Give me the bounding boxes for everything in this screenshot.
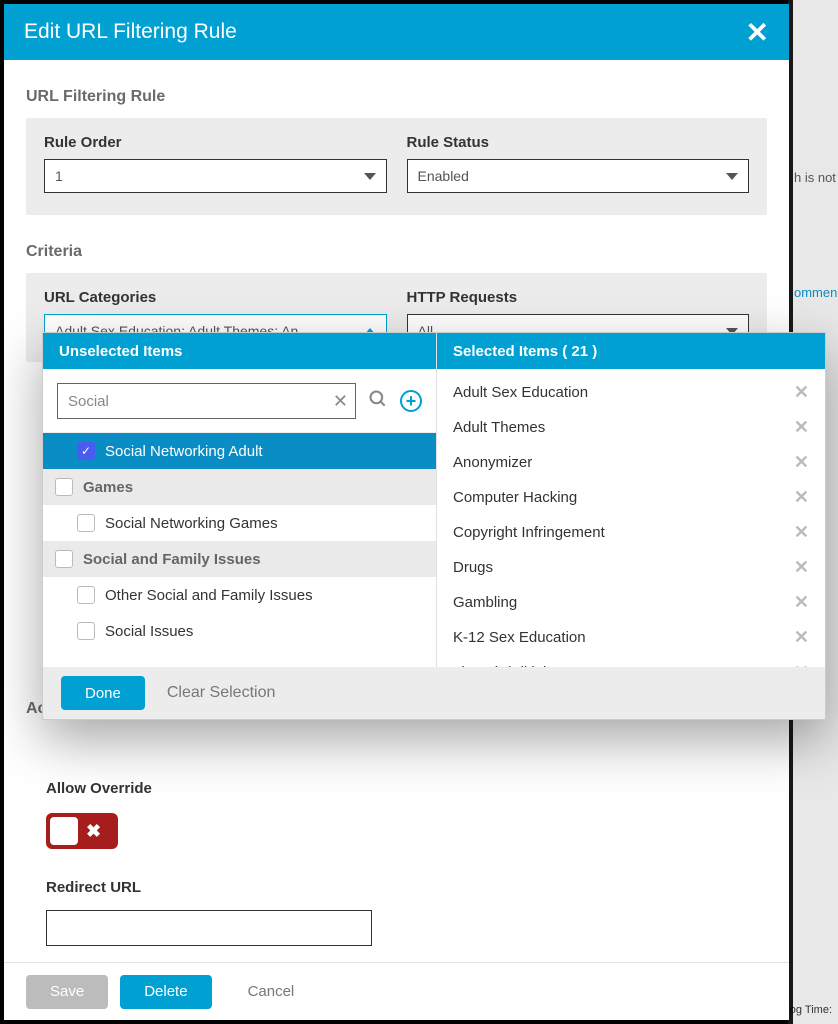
url-categories-label: URL Categories	[44, 289, 387, 306]
http-requests-label: HTTP Requests	[407, 289, 750, 306]
checkbox[interactable]: ✓	[77, 442, 95, 460]
url-categories-dropdown: Unselected Items ✕ + ✓ Social Networking …	[42, 332, 826, 720]
rule-order-select[interactable]: 1	[44, 159, 387, 193]
category-row[interactable]: Social and Family Issues	[43, 541, 436, 577]
rule-status-label: Rule Status	[407, 134, 750, 151]
unselected-title: Unselected Items	[43, 333, 436, 369]
selected-item: Copyright Infringement ✕	[437, 515, 825, 550]
rule-status-value: Enabled	[418, 168, 727, 184]
checkbox[interactable]	[55, 478, 73, 496]
cancel-button[interactable]: Cancel	[224, 975, 319, 1009]
selected-item-label: Computer Hacking	[453, 489, 577, 506]
selected-item: Anonymizer ✕	[437, 445, 825, 480]
toggle-knob	[50, 817, 78, 845]
selected-item-label: Copyright Infringement	[453, 524, 605, 541]
search-input[interactable]	[57, 383, 356, 419]
unselected-panel: Unselected Items ✕ + ✓ Social Networking …	[43, 333, 437, 667]
subcategory-row[interactable]: ✓ Social Networking Adult	[43, 433, 436, 469]
redirect-url-label: Redirect URL	[46, 879, 372, 896]
clear-search-icon[interactable]: ✕	[333, 391, 348, 412]
redirect-url-input[interactable]	[46, 910, 372, 946]
remove-item-icon[interactable]: ✕	[794, 557, 809, 578]
remove-item-icon[interactable]: ✕	[794, 662, 809, 667]
rule-order-value: 1	[55, 168, 364, 184]
remove-item-icon[interactable]: ✕	[794, 487, 809, 508]
search-box: ✕	[57, 383, 356, 419]
selected-list[interactable]: Adult Sex Education✕Adult Themes✕Anonymi…	[437, 369, 825, 667]
remove-item-icon[interactable]: ✕	[794, 627, 809, 648]
done-button[interactable]: Done	[61, 676, 145, 710]
row-label: Social Issues	[105, 623, 193, 640]
checkbox[interactable]	[77, 586, 95, 604]
remove-item-icon[interactable]: ✕	[794, 452, 809, 473]
remove-item-icon[interactable]: ✕	[794, 522, 809, 543]
remove-item-icon[interactable]: ✕	[794, 417, 809, 438]
section-heading-criteria: Criteria	[26, 243, 767, 261]
selected-item-label: Lingerie/Bikini	[453, 664, 546, 667]
checkbox[interactable]	[77, 622, 95, 640]
row-label: Games	[83, 479, 133, 496]
chevron-down-icon	[364, 173, 376, 180]
checkbox[interactable]	[77, 514, 95, 532]
add-icon[interactable]: +	[400, 390, 422, 412]
row-label: Other Social and Family Issues	[105, 587, 313, 604]
modal-title: Edit URL Filtering Rule	[24, 20, 237, 44]
modal-header: Edit URL Filtering Rule ✕	[4, 4, 789, 60]
subcategory-row[interactable]: Social Issues	[43, 613, 436, 649]
save-button[interactable]: Save	[26, 975, 108, 1009]
delete-button[interactable]: Delete	[120, 975, 211, 1009]
rule-status-select[interactable]: Enabled	[407, 159, 750, 193]
remove-item-icon[interactable]: ✕	[794, 592, 809, 613]
selected-item: Adult Sex Education ✕	[437, 375, 825, 410]
section-heading-rule: URL Filtering Rule	[26, 88, 767, 106]
bg-text: h is not vi	[794, 170, 838, 185]
remove-item-icon[interactable]: ✕	[794, 382, 809, 403]
selected-item-label: Gambling	[453, 594, 517, 611]
clear-selection-button[interactable]: Clear Selection	[167, 684, 276, 702]
selected-item: Gambling ✕	[437, 585, 825, 620]
selected-title: Selected Items ( 21 )	[437, 333, 825, 369]
selected-item: Lingerie/Bikini ✕	[437, 655, 825, 667]
row-label: Social Networking Games	[105, 515, 278, 532]
unselected-list[interactable]: ✓ Social Networking Adult Games Social Netw…	[43, 427, 436, 667]
category-row[interactable]: Games	[43, 469, 436, 505]
selected-item-label: Anonymizer	[453, 454, 532, 471]
toggle-off-icon: ✖	[86, 821, 101, 842]
selected-item: Adult Themes ✕	[437, 410, 825, 445]
selected-item-label: Drugs	[453, 559, 493, 576]
close-icon[interactable]: ✕	[746, 16, 769, 49]
search-icon[interactable]	[368, 389, 388, 414]
bg-bottom-text: blog Time:	[788, 1004, 832, 1016]
checkbox[interactable]	[55, 550, 73, 568]
row-label: Social Networking Adult	[105, 443, 263, 460]
selected-item-label: Adult Sex Education	[453, 384, 588, 401]
chevron-down-icon	[726, 173, 738, 180]
selected-panel: Selected Items ( 21 ) Adult Sex Educatio…	[437, 333, 825, 667]
dropdown-footer: Done Clear Selection	[43, 667, 825, 719]
rule-order-label: Rule Order	[44, 134, 387, 151]
rule-panel: Rule Order 1 Rule Status Enabled	[26, 118, 767, 215]
selected-item-label: Adult Themes	[453, 419, 545, 436]
subcategory-row[interactable]: Social Networking Games	[43, 505, 436, 541]
row-label: Social and Family Issues	[83, 551, 261, 568]
modal-footer: Save Delete Cancel	[4, 962, 789, 1020]
allow-override-toggle[interactable]: ✖	[46, 813, 118, 849]
selected-item-label: K-12 Sex Education	[453, 629, 586, 646]
bg-link-text: ommende	[794, 285, 838, 300]
allow-override-label: Allow Override	[46, 780, 372, 797]
selected-item: Computer Hacking ✕	[437, 480, 825, 515]
selected-item: Drugs ✕	[437, 550, 825, 585]
selected-item: K-12 Sex Education ✕	[437, 620, 825, 655]
subcategory-row[interactable]: Other Social and Family Issues	[43, 577, 436, 613]
